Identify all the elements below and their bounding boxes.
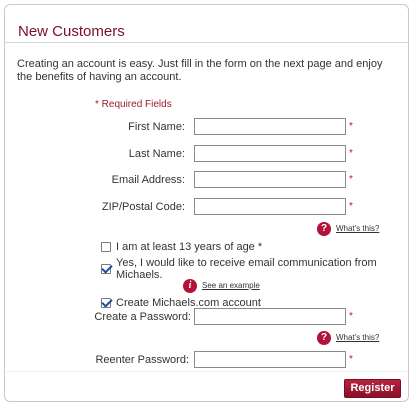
email-opt-in-row[interactable]: Yes, I would like to receive email commu… <box>101 257 408 281</box>
register-button[interactable]: Register <box>344 379 401 398</box>
reenter-password-required-marker: * <box>349 354 353 365</box>
last-name-label: Last Name: <box>128 148 185 160</box>
whats-this-link-email[interactable]: What's this? <box>336 224 379 233</box>
email-opt-in-checkbox[interactable] <box>101 264 111 274</box>
info-icon[interactable]: i <box>183 279 197 293</box>
reenter-password-label: Reenter Password: <box>95 354 189 366</box>
create-account-checkbox[interactable] <box>101 298 111 308</box>
password-input[interactable] <box>194 308 346 325</box>
age-checkbox-row[interactable]: I am at least 13 years of age * <box>101 241 262 253</box>
password-label: Create a Password: <box>94 311 191 323</box>
email-required-marker: * <box>349 174 353 185</box>
see-example-link[interactable]: See an example <box>202 281 260 290</box>
email-opt-in-label: Yes, I would like to receive email commu… <box>116 257 377 281</box>
new-customers-panel: New Customers Creating an account is eas… <box>4 4 409 402</box>
zip-input[interactable] <box>194 198 346 215</box>
age-checkbox-label: I am at least 13 years of age * <box>116 241 263 253</box>
required-fields-note: * Required Fields <box>95 99 172 110</box>
zip-label: ZIP/Postal Code: <box>101 201 185 213</box>
help-question-icon[interactable]: ? <box>317 222 331 236</box>
intro-text: Creating an account is easy. Just fill i… <box>17 58 383 83</box>
page-title: New Customers <box>18 23 125 40</box>
email-input[interactable] <box>194 171 346 188</box>
zip-required-marker: * <box>349 201 353 212</box>
first-name-required-marker: * <box>349 121 353 132</box>
reenter-password-input[interactable] <box>194 351 346 368</box>
footer-divider <box>5 371 408 372</box>
first-name-input[interactable] <box>194 118 346 135</box>
whats-this-link-password[interactable]: What's this? <box>336 333 379 342</box>
age-checkbox[interactable] <box>101 242 111 252</box>
password-required-marker: * <box>349 311 353 322</box>
last-name-required-marker: * <box>349 148 353 159</box>
help-question-icon[interactable]: ? <box>317 331 331 345</box>
first-name-label: First Name: <box>128 121 185 133</box>
email-label: Email Address: <box>111 174 185 186</box>
last-name-input[interactable] <box>194 145 346 162</box>
